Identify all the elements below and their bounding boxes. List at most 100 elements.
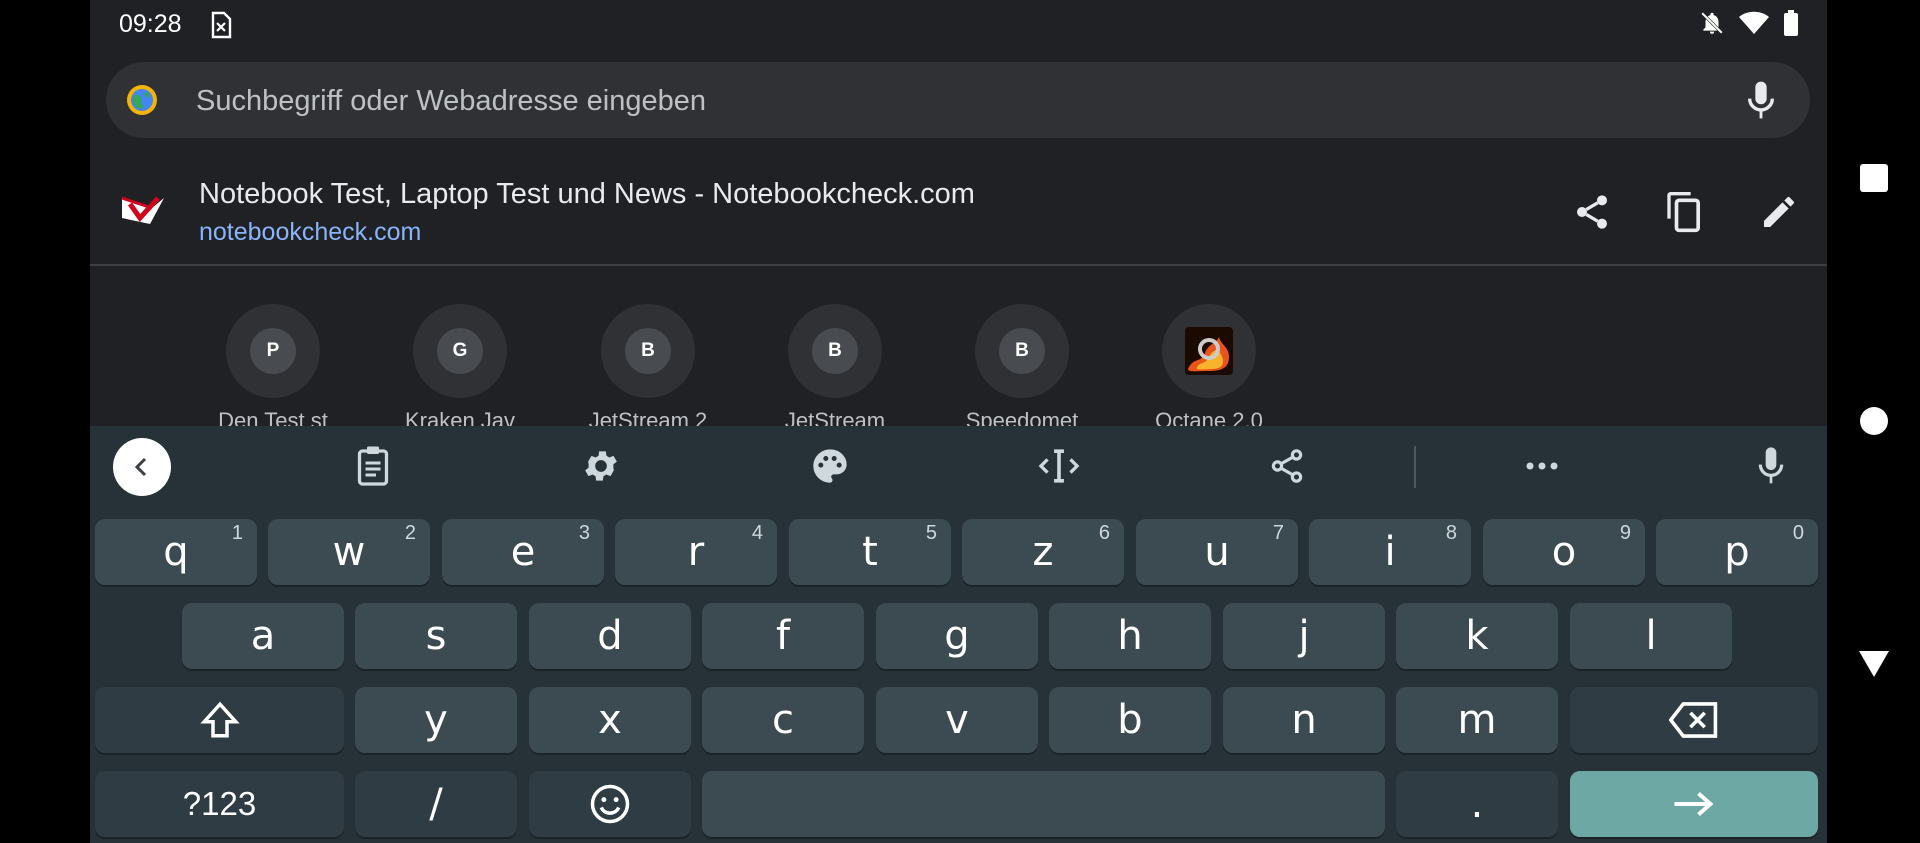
key-i[interactable]: i8 (1309, 519, 1471, 585)
most-visited-tiles: P Den Test st G Kraken Jav B JetStream 2… (90, 300, 1827, 430)
tile[interactable]: B Speedomet (947, 304, 1097, 430)
key-h[interactable]: h (1049, 603, 1211, 669)
key-t[interactable]: t5 (789, 519, 951, 585)
octane-favicon (1185, 327, 1233, 375)
key-y[interactable]: y (355, 687, 517, 753)
key-f[interactable]: f (702, 603, 864, 669)
settings-icon[interactable] (577, 442, 625, 490)
key-label: ?123 (182, 785, 257, 822)
slash-key[interactable]: / (355, 771, 517, 837)
key-label: . (1470, 781, 1484, 827)
key-label: c (772, 697, 794, 743)
backspace-key[interactable] (1570, 687, 1818, 753)
suggestion-row[interactable]: Notebook Test, Laptop Test und News - No… (90, 160, 1827, 266)
tile[interactable]: Octane 2.0 (1134, 304, 1284, 430)
key-hint: 9 (1619, 522, 1631, 544)
enter-key[interactable] (1570, 771, 1818, 837)
key-b[interactable]: b (1049, 687, 1211, 753)
tile-icon: G (413, 304, 507, 398)
symbols-key[interactable]: ?123 (95, 771, 344, 837)
key-label: x (598, 697, 622, 743)
notebookcheck-favicon (120, 190, 166, 235)
key-label: g (944, 613, 970, 659)
no-sim-icon (210, 11, 232, 44)
tile[interactable]: P Den Test st (198, 304, 348, 430)
back-icon[interactable] (1853, 643, 1895, 685)
share-icon[interactable] (1564, 184, 1620, 240)
keyboard-toolbar (90, 426, 1827, 506)
backspace-icon (1669, 702, 1718, 738)
share-icon[interactable] (1263, 442, 1311, 490)
text-cursor-icon[interactable] (1035, 442, 1083, 490)
key-hint: 3 (578, 522, 590, 544)
tile-letter: B (625, 328, 671, 374)
key-n[interactable]: n (1223, 687, 1385, 753)
key-label: i (1384, 529, 1396, 575)
tile-letter: B (812, 328, 858, 374)
tile-letter: G (437, 328, 483, 374)
edit-icon[interactable] (1751, 184, 1807, 240)
period-key[interactable]: . (1396, 771, 1558, 837)
key-p[interactable]: p0 (1656, 519, 1818, 585)
key-label: h (1117, 613, 1143, 659)
key-label: p (1724, 529, 1750, 575)
key-label: r (687, 529, 705, 575)
tile-icon: B (601, 304, 695, 398)
key-m[interactable]: m (1396, 687, 1558, 753)
key-o[interactable]: o9 (1483, 519, 1645, 585)
key-hint: 1 (231, 522, 243, 544)
key-label: b (1117, 697, 1143, 743)
clipboard-icon[interactable] (349, 442, 397, 490)
toolbar-divider (1414, 446, 1416, 488)
key-label: s (425, 613, 447, 659)
tile[interactable]: B JetStream 2 (573, 304, 723, 430)
key-j[interactable]: j (1223, 603, 1385, 669)
shift-key[interactable] (95, 687, 344, 753)
battery-icon (1783, 10, 1799, 41)
key-z[interactable]: z6 (962, 519, 1124, 585)
suggestion-title: Notebook Test, Laptop Test und News - No… (199, 178, 975, 210)
emoji-key[interactable] (529, 771, 691, 837)
key-d[interactable]: d (529, 603, 691, 669)
key-w[interactable]: w2 (268, 519, 430, 585)
back-icon[interactable] (113, 438, 171, 496)
tile[interactable]: B JetStream (760, 304, 910, 430)
key-label: f (775, 613, 791, 659)
browser-screen: 09:28 Notebook Test, Lap (90, 0, 1827, 843)
key-q[interactable]: q1 (95, 519, 257, 585)
key-c[interactable]: c (702, 687, 864, 753)
key-r[interactable]: r4 (615, 519, 777, 585)
mic-icon[interactable] (1744, 80, 1778, 125)
key-label: k (1465, 613, 1489, 659)
tile-icon: B (788, 304, 882, 398)
key-a[interactable]: a (182, 603, 344, 669)
key-g[interactable]: g (876, 603, 1038, 669)
key-l[interactable]: l (1570, 603, 1732, 669)
status-time: 09:28 (119, 10, 182, 38)
key-label: d (597, 613, 623, 659)
recents-icon[interactable] (1853, 157, 1895, 199)
wifi-icon (1739, 11, 1769, 40)
mic-icon[interactable] (1747, 442, 1795, 490)
space-key[interactable] (702, 771, 1385, 837)
key-e[interactable]: e3 (442, 519, 604, 585)
key-hint: 8 (1445, 522, 1457, 544)
key-s[interactable]: s (355, 603, 517, 669)
emoji-icon (590, 784, 630, 824)
key-label: m (1457, 697, 1497, 743)
key-v[interactable]: v (876, 687, 1038, 753)
key-u[interactable]: u7 (1136, 519, 1298, 585)
omnibox-input[interactable] (194, 76, 1698, 126)
key-x[interactable]: x (529, 687, 691, 753)
omnibox[interactable] (106, 62, 1810, 138)
more-icon[interactable] (1518, 442, 1566, 490)
copy-icon[interactable] (1656, 184, 1712, 240)
home-icon[interactable] (1853, 400, 1895, 442)
key-label: j (1298, 613, 1310, 659)
tile[interactable]: G Kraken Jav (385, 304, 535, 430)
key-hint: 5 (925, 522, 937, 544)
palette-icon[interactable] (806, 442, 854, 490)
globe-icon (126, 84, 158, 121)
key-k[interactable]: k (1396, 603, 1558, 669)
key-label: q (163, 529, 189, 575)
